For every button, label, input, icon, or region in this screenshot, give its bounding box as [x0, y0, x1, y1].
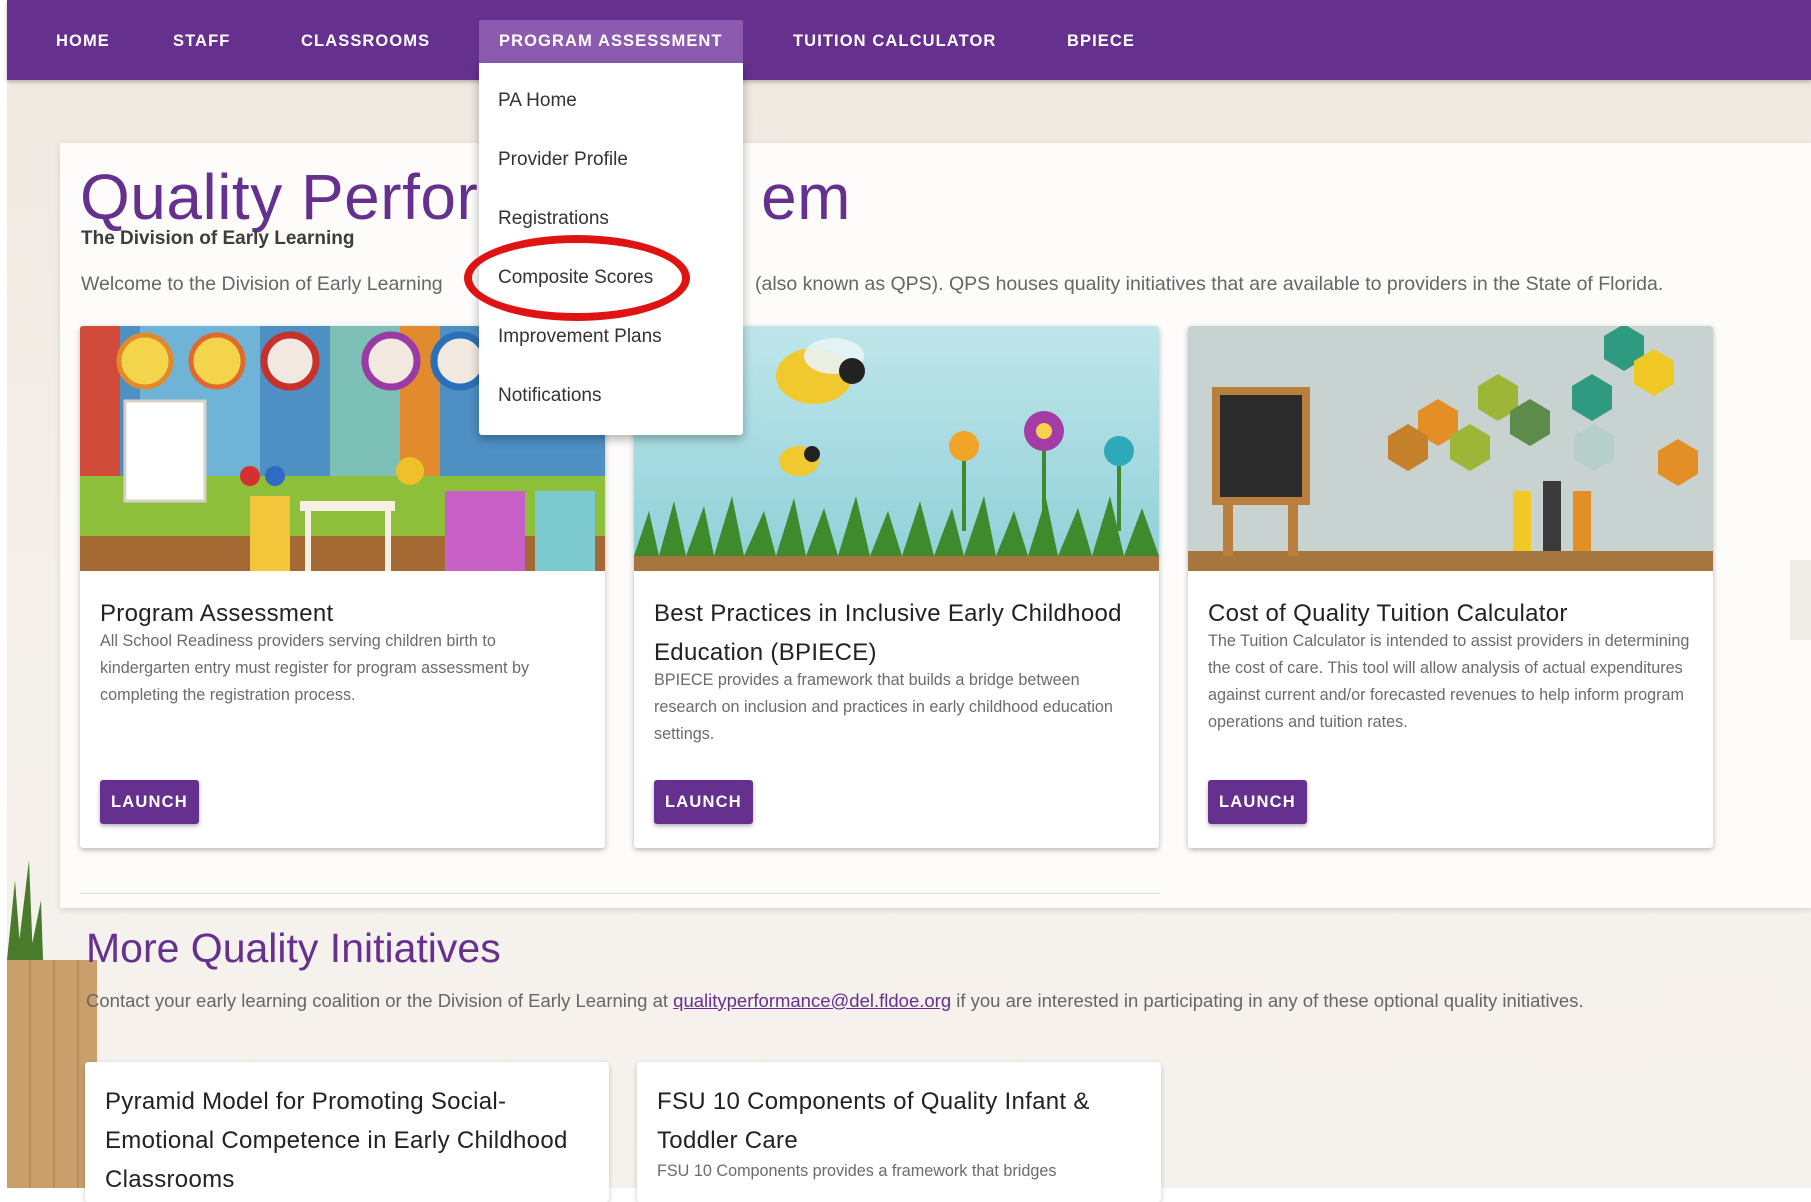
card-description: BPIECE provides a framework that builds …	[654, 671, 1113, 743]
top-navbar: HOME STAFF CLASSROOMS PROGRAM ASSESSMENT…	[7, 0, 1811, 80]
nav-classrooms[interactable]: CLASSROOMS	[281, 20, 450, 63]
card-title: Pyramid Model for Promoting Social-Emoti…	[105, 1088, 568, 1193]
card-description: The Tuition Calculator is intended to as…	[1208, 632, 1690, 731]
background-floor	[7, 960, 97, 1188]
nav-staff[interactable]: STAFF	[153, 20, 250, 63]
more-initiatives-text: Contact your early learning coalition or…	[86, 990, 1584, 1011]
background-grass	[7, 860, 43, 960]
menu-item-pa-home[interactable]: PA Home	[498, 86, 577, 116]
page-subtitle: The Division of Early Learning	[81, 228, 355, 249]
card-title: Best Practices in Inclusive Early Childh…	[654, 600, 1122, 666]
hexagon-wall-image	[1188, 326, 1713, 571]
right-edge-decoration	[1790, 560, 1811, 640]
menu-item-notifications[interactable]: Notifications	[498, 381, 602, 411]
nav-bpiece[interactable]: BPIECE	[1047, 20, 1155, 63]
section-divider	[80, 893, 1160, 894]
launch-button[interactable]: LAUNCH	[100, 780, 199, 824]
card-description: All School Readiness providers serving c…	[100, 632, 530, 704]
menu-item-composite-scores[interactable]: Composite Scores	[498, 263, 653, 293]
nav-home[interactable]: HOME	[36, 20, 130, 63]
nav-tuition-calculator[interactable]: TUITION CALCULATOR	[773, 20, 1016, 63]
more-initiatives-title: More Quality Initiatives	[86, 925, 501, 971]
card-description: FSU 10 Components provides a framework t…	[657, 1162, 1057, 1180]
welcome-text: Welcome to the Division of Early Learnin…	[81, 273, 443, 295]
menu-item-provider-profile[interactable]: Provider Profile	[498, 145, 628, 175]
card-tuition-calculator: Cost of Quality Tuition Calculator The T…	[1188, 326, 1713, 848]
program-assessment-dropdown: PA Home Provider Profile Registrations C…	[479, 63, 743, 435]
welcome-text-continued: (also known as QPS). QPS houses quality …	[755, 273, 1664, 295]
card-title: FSU 10 Components of Quality Infant & To…	[657, 1088, 1090, 1154]
card-fsu-10-components: FSU 10 Components of Quality Infant & To…	[637, 1062, 1161, 1202]
email-link[interactable]: qualityperformance@del.fldoe.org	[673, 990, 951, 1011]
launch-button[interactable]: LAUNCH	[654, 780, 753, 824]
menu-item-registrations[interactable]: Registrations	[498, 204, 609, 234]
menu-item-improvement-plans[interactable]: Improvement Plans	[498, 322, 662, 352]
launch-button[interactable]: LAUNCH	[1208, 780, 1307, 824]
nav-program-assessment[interactable]: PROGRAM ASSESSMENT	[479, 20, 743, 63]
card-pyramid-model: Pyramid Model for Promoting Social-Emoti…	[85, 1062, 609, 1202]
